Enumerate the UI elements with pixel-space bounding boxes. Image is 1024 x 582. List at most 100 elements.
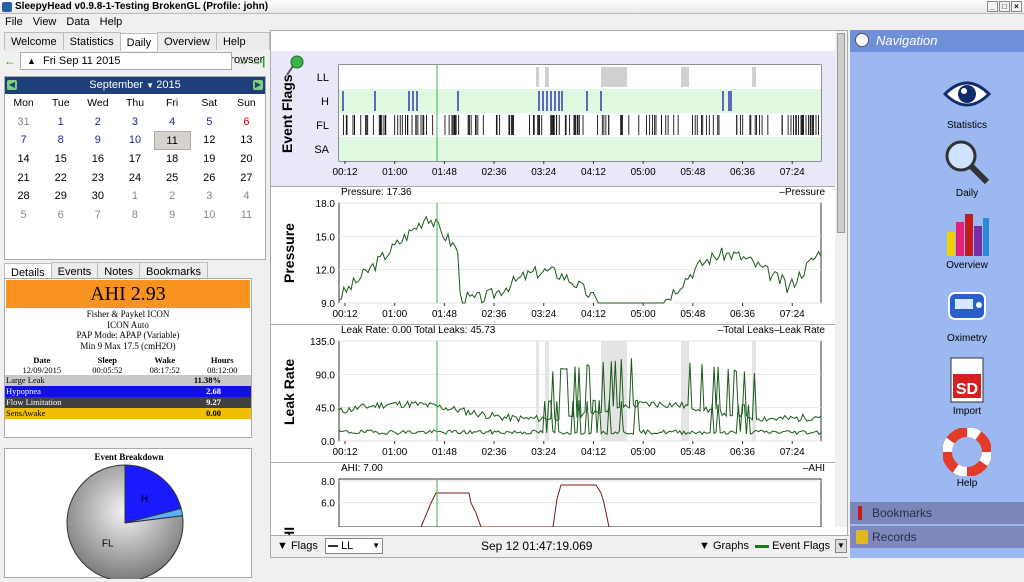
- flags-menu[interactable]: ▼ Flags: [277, 540, 318, 552]
- calendar-day[interactable]: 9: [79, 131, 116, 150]
- menu-help[interactable]: Help: [100, 14, 123, 30]
- details-scrollbar[interactable]: [254, 278, 266, 578]
- calendar-day[interactable]: 3: [191, 187, 228, 206]
- flag-span-ll: [536, 67, 539, 87]
- calendar-month[interactable]: September: [89, 79, 143, 91]
- calendar-toggle-icon[interactable]: ▲: [27, 53, 36, 69]
- prev-month-icon[interactable]: ◀: [7, 80, 17, 90]
- event-index-row[interactable]: Hypopnea 2.68: [5, 386, 251, 397]
- calendar-day[interactable]: 19: [191, 150, 228, 169]
- leak-readout: Leak Rate: 0.00 Total Leaks: 45.73: [341, 325, 496, 336]
- tab-help-browser[interactable]: Help Browser: [215, 32, 271, 66]
- flags-select[interactable]: LL ▼: [325, 538, 383, 554]
- maximize-button[interactable]: □: [999, 1, 1010, 12]
- graphs-menu[interactable]: ▼ Graphs: [699, 540, 749, 552]
- nav-import[interactable]: SD Import: [908, 356, 1024, 417]
- menu-view[interactable]: View: [33, 14, 57, 30]
- tab-statistics[interactable]: Statistics: [62, 32, 121, 50]
- next-day-arrow-icon[interactable]: →: [236, 52, 248, 70]
- flags-select-value: LL: [341, 540, 354, 552]
- x-tick-label: 02:36: [482, 447, 507, 458]
- nav-statistics[interactable]: Statistics: [908, 70, 1024, 131]
- calendar-day[interactable]: 30: [79, 187, 116, 206]
- graph-options-dropdown-icon[interactable]: ▼: [835, 539, 847, 553]
- calendar-day[interactable]: 6: [42, 206, 79, 225]
- calendar-day[interactable]: 26: [191, 169, 228, 188]
- navigation-panel: Navigation Statistics Daily Overview Oxi…: [850, 30, 1024, 558]
- calendar-day[interactable]: 10: [191, 206, 228, 225]
- calendar-day[interactable]: 18: [154, 150, 191, 169]
- calendar-day[interactable]: 1: [116, 187, 153, 206]
- pie-title: Event Breakdown: [94, 452, 163, 462]
- calendar-day[interactable]: 17: [116, 150, 153, 169]
- calendar-day[interactable]: 8: [116, 206, 153, 225]
- tab-events[interactable]: Events: [50, 262, 99, 279]
- tab-welcome[interactable]: Welcome: [4, 32, 64, 50]
- calendar-day[interactable]: 10: [116, 131, 153, 150]
- close-button[interactable]: ×: [1011, 1, 1022, 12]
- calendar-day[interactable]: 11: [228, 206, 265, 225]
- calendar-day[interactable]: 2: [154, 187, 191, 206]
- calendar-day[interactable]: 6: [228, 113, 265, 132]
- graph-scrollbar-thumb[interactable]: [837, 33, 845, 233]
- calendar-day[interactable]: 25: [154, 169, 191, 188]
- calendar-day[interactable]: 5: [191, 113, 228, 132]
- calendar-day[interactable]: 7: [79, 206, 116, 225]
- nav-oximetry[interactable]: Oximetry: [908, 283, 1024, 344]
- pin-icon[interactable]: [283, 53, 307, 77]
- calendar-day[interactable]: 9: [154, 206, 191, 225]
- prev-day-arrow-icon[interactable]: ←: [4, 52, 16, 70]
- calendar-day[interactable]: 15: [42, 150, 79, 169]
- last-day-arrow-icon[interactable]: →|: [250, 52, 265, 70]
- session-hours: 08:12:00: [207, 365, 238, 375]
- date-selector[interactable]: ▲ Fri Sep 11 2015: [20, 52, 232, 70]
- calendar-dow: Fri: [166, 97, 179, 109]
- tab-notes[interactable]: Notes: [97, 262, 141, 279]
- nav-help[interactable]: Help: [908, 427, 1024, 489]
- calendar-day[interactable]: 20: [228, 150, 265, 169]
- tab-daily[interactable]: Daily: [119, 33, 159, 51]
- menu-data[interactable]: Data: [66, 14, 89, 30]
- graph-bottom-bar: ▼ Flags LL ▼ Sep 12 01:47:19.069 ▼ Graph…: [271, 535, 849, 557]
- calendar-day[interactable]: 11: [153, 131, 191, 151]
- x-tick-label: 05:48: [680, 309, 705, 320]
- tab-bookmarks[interactable]: Bookmarks: [139, 262, 209, 279]
- calendar-day[interactable]: 1: [42, 113, 79, 132]
- calendar-day[interactable]: 3: [116, 113, 153, 132]
- pap-mode: PAP Mode: APAP (Variable): [76, 330, 180, 340]
- calendar-day[interactable]: 13: [228, 131, 265, 150]
- calendar-day[interactable]: 28: [5, 187, 42, 206]
- calendar-day[interactable]: 23: [79, 169, 116, 188]
- menu-file[interactable]: File: [5, 14, 23, 30]
- calendar-day[interactable]: 16: [79, 150, 116, 169]
- calendar-day[interactable]: 8: [42, 131, 79, 150]
- event-index-row[interactable]: Flow Limitation 9.27: [5, 397, 251, 408]
- calendar-day[interactable]: 27: [228, 169, 265, 188]
- calendar-day[interactable]: 31: [5, 113, 42, 132]
- calendar-day[interactable]: 29: [42, 187, 79, 206]
- event-index-row[interactable]: SensAwake 0.00: [5, 408, 251, 419]
- tab-overview[interactable]: Overview: [157, 32, 217, 50]
- nav-daily[interactable]: Daily: [908, 138, 1024, 199]
- next-month-icon[interactable]: ▶: [253, 80, 263, 90]
- month-dropdown-icon[interactable]: ▼: [146, 81, 156, 90]
- calendar-day[interactable]: 22: [42, 169, 79, 188]
- ahi-legend-label: AHI: [808, 463, 825, 474]
- calendar-day[interactable]: 5: [5, 206, 42, 225]
- nav-records[interactable]: Records: [850, 526, 1024, 548]
- calendar-year[interactable]: 2015: [156, 79, 180, 91]
- nav-overview[interactable]: Overview: [908, 210, 1024, 271]
- calendar-day[interactable]: 21: [5, 169, 42, 188]
- calendar-day[interactable]: 12: [191, 131, 228, 150]
- calendar-day[interactable]: 2: [79, 113, 116, 132]
- nav-bookmarks[interactable]: Bookmarks: [850, 502, 1024, 524]
- calendar-day[interactable]: 4: [154, 113, 191, 132]
- calendar-day[interactable]: 24: [116, 169, 153, 188]
- graph-scrollbar[interactable]: [835, 31, 847, 527]
- event-flags-menu[interactable]: Event Flags: [755, 540, 830, 552]
- calendar-day[interactable]: 14: [5, 150, 42, 169]
- calendar-day[interactable]: 7: [5, 131, 42, 150]
- calendar-day[interactable]: 4: [228, 187, 265, 206]
- event-index-row[interactable]: Large Leak 11.38%: [5, 375, 251, 386]
- minimize-button[interactable]: _: [987, 1, 998, 12]
